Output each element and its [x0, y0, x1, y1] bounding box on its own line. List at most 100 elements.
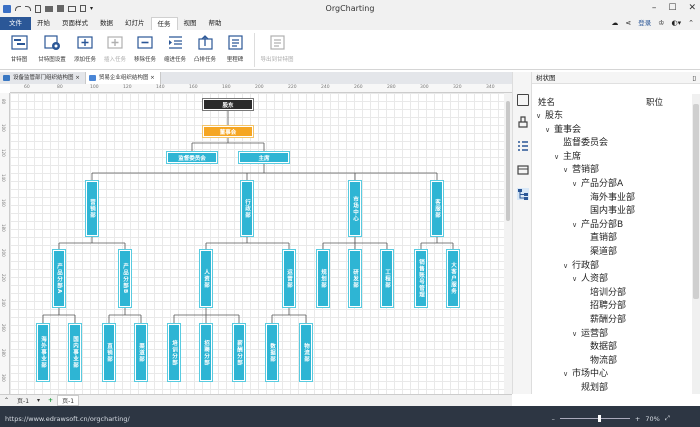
tree-item[interactable]: 数据部	[536, 341, 635, 355]
add-task-button[interactable]: 添加任务	[70, 30, 100, 69]
tree-item[interactable]: ∨ 主席	[536, 151, 635, 165]
tree-view-icon[interactable]	[517, 188, 529, 200]
outdent-task-button[interactable]: 凸排任务	[190, 30, 220, 69]
tree-item[interactable]: ∨ 产品分部A	[536, 178, 635, 192]
node-subdepartment[interactable]: 产品分部A	[52, 249, 66, 308]
doc-tab-1[interactable]: 设备监管部门组织结构图 ×	[0, 72, 86, 84]
cloud-icon[interactable]: ☁	[611, 17, 618, 30]
tree-item[interactable]: 直销部	[536, 232, 635, 246]
node-subdepartment[interactable]: 运营部	[282, 249, 296, 308]
node-department[interactable]: 市场中心	[348, 180, 362, 237]
node-subdepartment[interactable]: 研发部	[348, 249, 362, 308]
node-subdepartment[interactable]: 销售账号管理	[414, 249, 428, 308]
chevron-down-icon[interactable]: ∨	[563, 164, 572, 178]
tree-item[interactable]: 国内事业部	[536, 205, 635, 219]
insert-task-button[interactable]: 插入任务	[100, 30, 130, 69]
node-team[interactable]: 薪酬分部	[232, 323, 246, 382]
node-team[interactable]: 直销部	[102, 323, 116, 382]
minimize-icon[interactable]: –	[652, 3, 657, 13]
chevron-down-icon[interactable]: ∨	[554, 151, 563, 165]
zoom-slider-knob[interactable]	[597, 415, 601, 422]
chevron-down-icon[interactable]: ∨	[572, 219, 581, 233]
menu-view[interactable]: 视图	[178, 17, 203, 30]
node-supervisory[interactable]: 监督委员会	[166, 151, 218, 164]
close-tab-icon[interactable]: ×	[150, 75, 155, 81]
chevron-down-icon[interactable]: ∨	[572, 178, 581, 192]
page-nav-icon[interactable]: ⌃	[0, 397, 13, 404]
chevron-down-icon[interactable]: ∨	[563, 260, 572, 274]
gantt-settings-button[interactable]: 甘特图设置	[34, 30, 70, 69]
chevron-down-icon[interactable]: ∨	[572, 273, 581, 287]
tree-item[interactable]: ∨ 市场中心	[536, 368, 635, 382]
chevron-down-icon[interactable]: ∨	[563, 368, 572, 382]
chevron-down-icon[interactable]: ∨	[536, 110, 545, 124]
zoom-slider[interactable]	[559, 415, 630, 422]
menu-slides[interactable]: 幻灯片	[119, 17, 151, 30]
node-team[interactable]: 国内事业部	[68, 323, 82, 382]
close-icon[interactable]: ✕	[688, 3, 696, 13]
website-link[interactable]: https://www.edrawsoft.cn/orgcharting/	[5, 415, 130, 423]
node-department[interactable]: 客服部	[430, 180, 444, 237]
node-team[interactable]: 渠道部	[134, 323, 148, 382]
menu-help[interactable]: 帮助	[203, 17, 228, 30]
tree-item[interactable]: 规划部	[536, 382, 635, 396]
zoom-out-icon[interactable]: –	[552, 415, 555, 423]
tree-item[interactable]: ∨ 营销部	[536, 164, 635, 178]
page-selector[interactable]: 页-1	[13, 396, 33, 405]
export-gantt-button[interactable]: 导出到甘特图	[259, 30, 295, 69]
menu-data[interactable]: 数据	[94, 17, 119, 30]
remove-task-button[interactable]: 移除任务	[130, 30, 160, 69]
close-tab-icon[interactable]: ×	[75, 75, 80, 81]
share-icon[interactable]: ⋖	[625, 17, 631, 30]
tree-item[interactable]: ∨ 人资部	[536, 273, 635, 287]
chevron-down-icon[interactable]: ∨	[572, 328, 581, 342]
tree-item[interactable]: 海外事业部	[536, 192, 635, 206]
page-tab[interactable]: 页-1	[57, 395, 80, 406]
tree-item[interactable]: ∨ 行政部	[536, 260, 635, 274]
scrollbar-thumb[interactable]	[506, 101, 510, 221]
node-department[interactable]: 行政部	[240, 180, 254, 237]
format-brush-icon[interactable]	[517, 116, 529, 128]
node-team[interactable]: 培训分部	[167, 323, 181, 382]
node-subdepartment[interactable]: 规划部	[316, 249, 330, 308]
node-subdepartment[interactable]: 大客户服务	[446, 249, 460, 308]
person-card-icon[interactable]	[517, 94, 529, 106]
tree-item[interactable]: 监督委员会	[536, 137, 635, 151]
menu-task[interactable]: 任务	[150, 17, 178, 30]
tree-item[interactable]: 招聘分部	[536, 300, 635, 314]
ribbon-collapse-icon[interactable]: ⌃	[688, 17, 694, 30]
node-subdepartment[interactable]: 产品分部B	[118, 249, 132, 308]
zoom-in-icon[interactable]: +	[635, 415, 640, 423]
gantt-chart-button[interactable]: 甘特图	[4, 30, 34, 69]
menu-home[interactable]: 开始	[31, 17, 56, 30]
node-subdepartment[interactable]: 人资部	[199, 249, 213, 308]
node-chairman[interactable]: 主席	[238, 151, 290, 164]
page-dropdown-icon[interactable]: ▾	[33, 397, 44, 404]
tree-item[interactable]: ∨ 股东	[536, 110, 635, 124]
tree-item[interactable]: ∨ 运营部	[536, 328, 635, 342]
node-subdepartment[interactable]: 工程部	[380, 249, 394, 308]
chevron-down-icon[interactable]: ∨	[545, 124, 554, 138]
node-team[interactable]: 数据部	[265, 323, 279, 382]
tree-item[interactable]: ∨ 产品分部B	[536, 219, 635, 233]
node-root[interactable]: 股东	[202, 98, 254, 111]
maximize-icon[interactable]: ☐	[668, 3, 676, 13]
canvas-vertical-scrollbar[interactable]	[504, 93, 512, 394]
doc-tab-2[interactable]: 贸易企业组织结构图 ×	[85, 72, 161, 84]
node-department[interactable]: 营销部	[85, 180, 99, 237]
card-icon[interactable]	[517, 164, 529, 176]
node-team[interactable]: 招聘分部	[199, 323, 213, 382]
tree-item[interactable]: 培训分部	[536, 287, 635, 301]
menu-page-style[interactable]: 页面样式	[56, 17, 94, 30]
fit-page-icon[interactable]: ⤢	[665, 414, 670, 423]
tree-item[interactable]: 薪酬分部	[536, 314, 635, 328]
panel-pin-icon[interactable]: ▯	[692, 72, 696, 84]
tree-item[interactable]: ∨ 董事会	[536, 124, 635, 138]
node-board[interactable]: 董事会	[202, 125, 254, 138]
scrollbar-thumb[interactable]	[693, 104, 699, 299]
menu-file[interactable]: 文件	[0, 17, 31, 30]
milestone-button[interactable]: 里程碑	[220, 30, 250, 69]
drawing-canvas[interactable]: 股东董事会监督委员会 主席营销部 行政部 市场中心 客服部产品分部A 产品分部B 人资部 运营…	[10, 93, 504, 394]
gift-icon[interactable]: ♔	[658, 17, 664, 30]
indent-task-button[interactable]: 缩进任务	[160, 30, 190, 69]
